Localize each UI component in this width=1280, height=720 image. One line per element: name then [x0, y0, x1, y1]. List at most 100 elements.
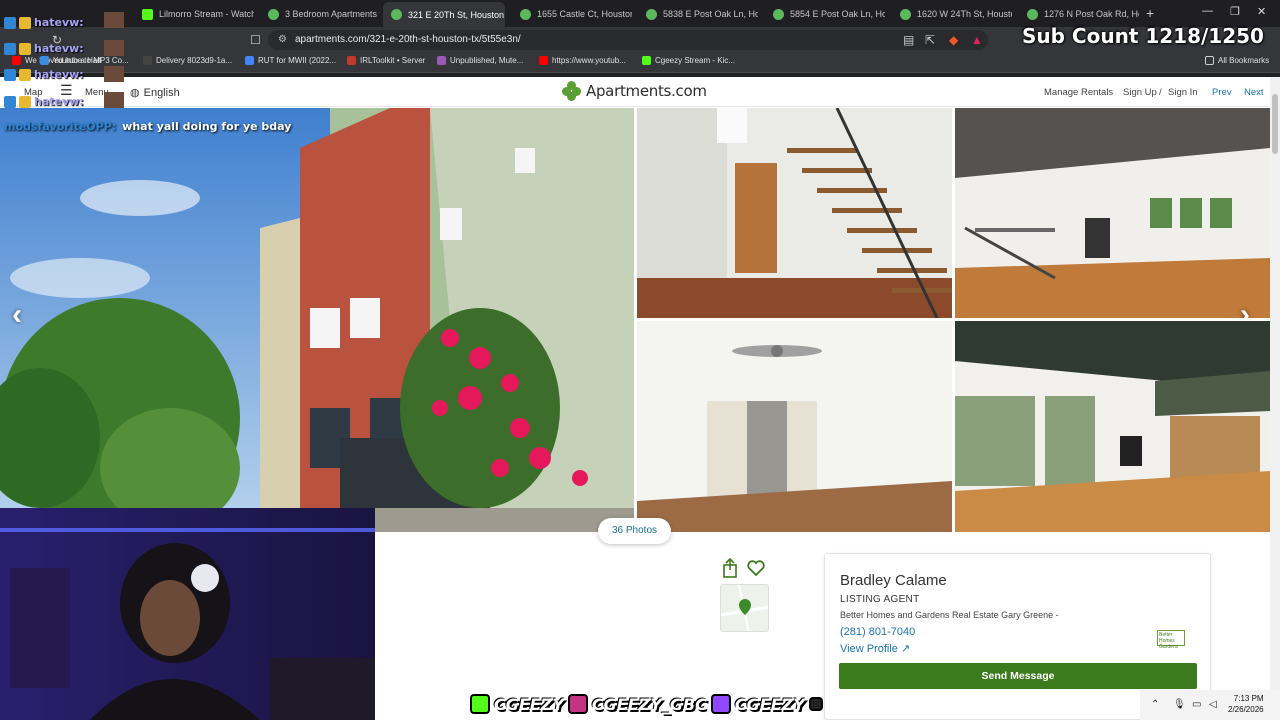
reader-icon[interactable]: ▤	[903, 33, 914, 47]
bookmark-icon[interactable]: ☐	[250, 33, 261, 47]
prev-link[interactable]: Prev	[1212, 87, 1232, 98]
nav-divider: /	[1159, 87, 1162, 98]
agent-role: LISTING AGENT	[840, 594, 920, 605]
bookmark-item[interactable]: IRLToolkit • Server	[347, 56, 425, 65]
site-info-icon[interactable]: ⚙	[278, 30, 287, 50]
photo-bedroom[interactable]	[637, 321, 952, 532]
network-icon[interactable]: ▭	[1192, 699, 1201, 710]
manage-rentals-link[interactable]: Manage Rentals	[1044, 87, 1113, 98]
apartments-icon	[1027, 8, 1038, 20]
kick-icon	[142, 8, 153, 20]
view-profile-link[interactable]: View Profile ↗	[840, 642, 910, 655]
url-input[interactable]: ⚙ apartments.com/321-e-20th-st-houston-t…	[268, 30, 988, 50]
tab-strip: Lilmorro Stream - Watch L 3 Bedroom Apar…	[0, 0, 1280, 27]
kick-logo-icon	[470, 694, 490, 714]
stripe-icon	[143, 56, 152, 65]
maximize-icon[interactable]: ❐	[1230, 5, 1240, 18]
share-icon[interactable]	[721, 558, 739, 578]
send-message-button[interactable]: Send Message	[839, 663, 1197, 689]
tab-1655-castle[interactable]: 1655 Castle Ct, Houston, T	[512, 4, 632, 24]
chevron-right-icon[interactable]: ›	[1240, 298, 1250, 318]
rewards-icon[interactable]: ▲	[971, 33, 983, 47]
chat-emote	[104, 12, 124, 28]
sub-badge-icon	[4, 42, 16, 55]
photo-gallery: ‹ ›	[0, 108, 1270, 532]
tab-label: 3 Bedroom Apartments fo	[285, 9, 380, 19]
sub-badge-icon	[4, 68, 16, 81]
apartments-icon	[268, 8, 279, 20]
tab-1620-w-24th[interactable]: 1620 W 24Th St, Houston	[892, 4, 1012, 24]
chat-line: hatevw:	[4, 95, 84, 108]
x-icon	[808, 697, 823, 711]
google-icon	[245, 56, 254, 65]
photo-exterior[interactable]: ‹	[0, 108, 634, 532]
tab-label: 5838 E Post Oak Ln, Houst	[663, 9, 758, 19]
chat-line: hatevw:	[4, 68, 84, 81]
site-header: Map ☰ Menu ◍ English Apartments.com Mana…	[0, 77, 1270, 107]
url-text: apartments.com/321-e-20th-st-houston-tx/…	[295, 34, 521, 45]
agent-phone-link[interactable]: (281) 801-7040	[840, 626, 915, 638]
all-bookmarks[interactable]: All Bookmarks	[1205, 56, 1269, 65]
shield-badge-icon	[19, 42, 31, 55]
apartments-logo-icon	[562, 81, 582, 101]
webcam-feed	[0, 508, 375, 720]
volume-icon[interactable]: ◁	[1209, 699, 1217, 710]
bookmark-item[interactable]: https://www.youtub...	[539, 56, 626, 65]
instagram-icon	[567, 694, 588, 714]
minimize-icon[interactable]: —	[1202, 5, 1213, 17]
microphone-icon[interactable]: 🎙	[1173, 699, 1186, 710]
brand-logo[interactable]: Apartments.com	[562, 81, 707, 101]
tab-label: 1620 W 24Th St, Houston	[917, 9, 1012, 19]
tab-1276-post-oak[interactable]: 1276 N Post Oak Rd, Hou	[1019, 4, 1139, 24]
tab-5854-post-oak[interactable]: 5854 E Post Oak Ln, Houst	[765, 4, 885, 24]
photo-kitchen[interactable]	[955, 321, 1270, 532]
bookmark-item[interactable]: Cgeezy Stream - Kic...	[642, 56, 735, 65]
language-selector[interactable]: ◍ English	[130, 86, 180, 100]
external-link-icon: ↗	[900, 643, 911, 655]
tab-label: Lilmorro Stream - Watch L	[159, 9, 254, 19]
next-link[interactable]: Next	[1244, 87, 1264, 98]
heart-icon[interactable]	[746, 558, 766, 578]
sub-badge-icon	[4, 16, 16, 29]
agent-name: Bradley Calame	[840, 572, 947, 589]
tab-label: 1655 Castle Ct, Houston, T	[537, 9, 632, 19]
chat-emote	[104, 66, 124, 82]
mini-map[interactable]	[720, 584, 769, 632]
tab-label: 321 E 20Th St, Houston	[408, 9, 505, 20]
kick-icon	[642, 56, 651, 65]
tab-3-bedroom[interactable]: 3 Bedroom Apartments fo	[260, 4, 380, 24]
social-handles: CGEEZY CGEEZY_GBC CGEEZY	[470, 691, 823, 717]
bookmark-item[interactable]: Unpublished, Mute...	[437, 56, 523, 65]
brave-shield-icon[interactable]: ◆	[949, 33, 958, 47]
apartments-icon	[773, 8, 784, 20]
youtube-icon	[539, 56, 548, 65]
tab-321-e-20th[interactable]: 321 E 20Th St, Houston ✕	[383, 2, 505, 27]
chat-emote	[104, 40, 124, 56]
sign-in-link[interactable]: Sign In	[1168, 87, 1198, 98]
clock[interactable]: 7:13 PM 2/26/2026	[1228, 693, 1264, 715]
unpublished-icon	[437, 56, 446, 65]
apartments-icon	[520, 8, 531, 20]
bookmark-item[interactable]: Delivery 8023d9-1a...	[143, 56, 232, 65]
sign-up-link[interactable]: Sign Up	[1123, 87, 1157, 98]
tab-lilmorro[interactable]: Lilmorro Stream - Watch L	[134, 4, 254, 24]
close-window-icon[interactable]: ✕	[1257, 5, 1266, 18]
bookmark-item[interactable]: RUT for MWII (2022...	[245, 56, 336, 65]
chat-line: hatevw:	[4, 16, 84, 29]
message-username: modsfavoriteOPP:	[4, 120, 117, 133]
shield-badge-icon	[19, 68, 31, 81]
scrollbar-thumb[interactable]	[1272, 94, 1278, 154]
share-page-icon[interactable]: ⇱	[925, 33, 935, 47]
chevron-up-icon[interactable]: ⌃	[1151, 699, 1159, 710]
shield-badge-icon	[19, 95, 31, 108]
apartments-icon	[646, 8, 657, 20]
photo-staircase[interactable]	[637, 108, 952, 318]
chevron-left-icon[interactable]: ‹	[12, 298, 22, 332]
photo-count-button[interactable]: 36 Photos	[598, 518, 671, 544]
new-tab-button[interactable]: +	[1146, 5, 1154, 21]
page-scrollbar[interactable]	[1270, 77, 1280, 720]
photo-living-loft[interactable]: ›	[955, 108, 1270, 318]
tab-5838-post-oak[interactable]: 5838 E Post Oak Ln, Houst	[638, 4, 758, 24]
chat-line: hatevw:	[4, 42, 84, 55]
sub-count-overlay: Sub Count 1218/1250	[1022, 24, 1264, 48]
